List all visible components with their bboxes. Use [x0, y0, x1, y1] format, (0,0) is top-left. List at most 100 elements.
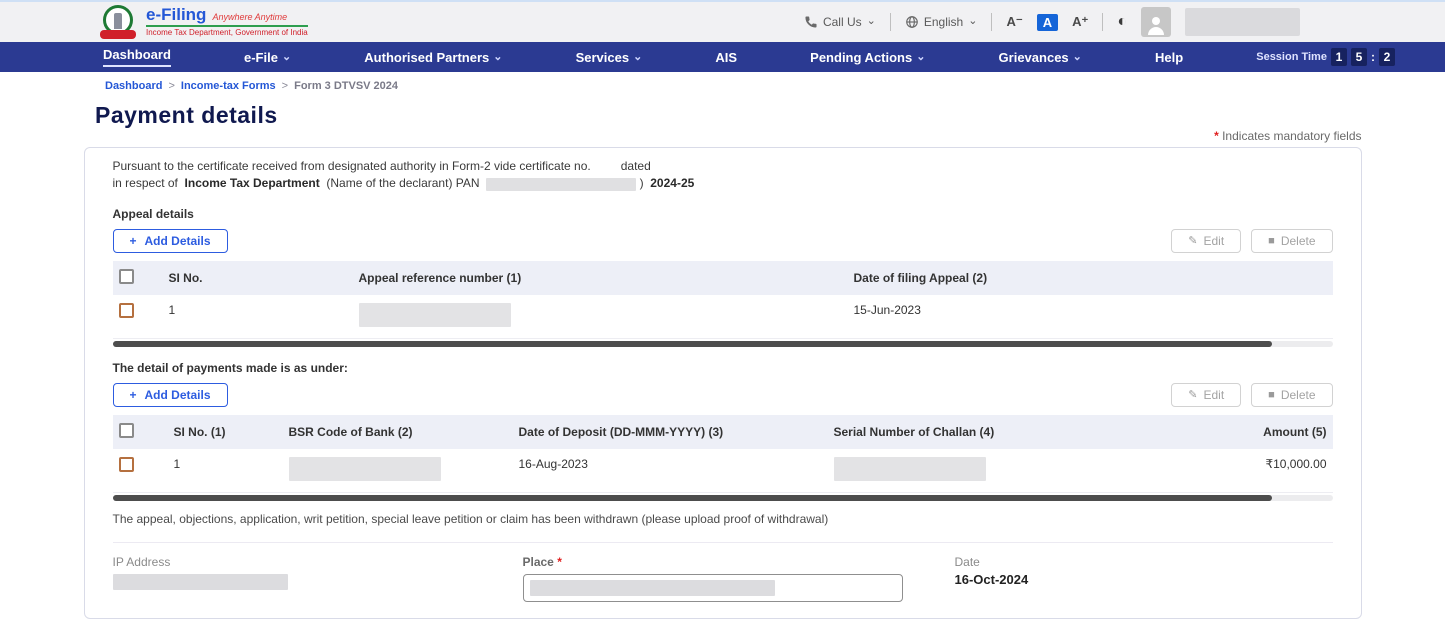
payments-delete-button[interactable]: ■ Delete: [1251, 383, 1332, 407]
payments-col-deposit-date: Date of Deposit (DD-MMM-YYYY) (3): [513, 415, 828, 449]
person-icon: [1144, 13, 1168, 37]
nav-authorised-partners[interactable]: Authorised Partners: [364, 50, 502, 65]
certificate-text: Pursuant to the certificate received fro…: [113, 158, 1333, 193]
main-nav: Dashboard e-File Authorised Partners Ser…: [0, 42, 1445, 72]
chevron-down-icon: [1073, 50, 1082, 65]
plus-icon: +: [130, 388, 137, 402]
ip-address-label: IP Address: [113, 555, 523, 569]
appeal-edit-button[interactable]: ✎ Edit: [1171, 229, 1241, 253]
divider: [890, 13, 891, 31]
breadcrumb-current: Form 3 DTVSV 2024: [294, 80, 398, 92]
payments-add-details-button[interactable]: + Add Details: [113, 383, 228, 407]
redacted-pan: [486, 178, 636, 191]
nav-e-file[interactable]: e-File: [244, 50, 291, 65]
appeal-delete-button[interactable]: ■ Delete: [1251, 229, 1332, 253]
payments-row-checkbox[interactable]: [119, 457, 134, 472]
redacted-user-name: [1185, 8, 1300, 36]
payments-col-bsr: BSR Code of Bank (2): [283, 415, 513, 449]
payments-table-scrollbar: [113, 495, 1333, 501]
scrollbar-thumb[interactable]: [113, 495, 1272, 501]
redacted-bsr-code: [289, 457, 441, 481]
nav-dashboard[interactable]: Dashboard: [103, 47, 171, 67]
efiling-logo[interactable]: e-Filing Anywhere Anytime Income Tax Dep…: [100, 5, 308, 39]
appeal-table-header-row: SI No. Appeal reference number (1) Date …: [113, 261, 1333, 295]
globe-icon: [905, 15, 919, 29]
nav-grievances[interactable]: Grievances: [999, 50, 1082, 65]
brand-subtitle: Income Tax Department, Government of Ind…: [146, 29, 308, 37]
pencil-icon: ✎: [1188, 234, 1197, 247]
contrast-toggle-icon[interactable]: ◐: [1117, 13, 1127, 31]
payments-row-deposit-date: 16-Aug-2023: [513, 449, 828, 493]
assessment-year: 2024-25: [650, 176, 694, 190]
language-menu[interactable]: English: [905, 15, 978, 29]
mandatory-note: * Indicates mandatory fields: [84, 129, 1362, 146]
nav-help[interactable]: Help: [1155, 50, 1183, 65]
appeal-col-slno: SI No.: [163, 261, 353, 295]
font-default-button[interactable]: A: [1037, 14, 1058, 31]
chevron-down-icon: [493, 50, 502, 65]
font-decrease-button[interactable]: A⁻: [1006, 14, 1022, 30]
brand-tagline: Anywhere Anytime: [212, 13, 287, 22]
user-avatar[interactable]: [1141, 7, 1171, 37]
divider: [1102, 13, 1103, 31]
appeal-table-scrollbar: [113, 341, 1333, 347]
appeal-details-heading: Appeal details: [113, 207, 1333, 221]
font-increase-button[interactable]: A⁺: [1072, 14, 1088, 30]
payments-heading: The detail of payments made is as under:: [113, 361, 1333, 375]
appeal-add-details-button[interactable]: + Add Details: [113, 229, 228, 253]
payments-select-all-checkbox[interactable]: [119, 423, 134, 438]
appeal-row-filing-date: 15-Jun-2023: [848, 295, 1333, 339]
payments-col-challan: Serial Number of Challan (4): [828, 415, 1213, 449]
pencil-icon: ✎: [1188, 388, 1197, 401]
top-header: e-Filing Anywhere Anytime Income Tax Dep…: [0, 0, 1445, 42]
chevron-down-icon: [282, 50, 291, 65]
nav-pending-actions[interactable]: Pending Actions: [810, 50, 925, 65]
payments-col-amount: Amount (5): [1213, 415, 1333, 449]
payments-table-header-row: SI No. (1) BSR Code of Bank (2) Date of …: [113, 415, 1333, 449]
session-time-label: Session Time: [1256, 51, 1327, 63]
payments-row-amount: ₹10,000.00: [1213, 449, 1333, 493]
appeal-table-row: 1 15-Jun-2023: [113, 295, 1333, 339]
plus-icon: +: [130, 234, 137, 248]
language-label: English: [924, 15, 963, 29]
phone-icon: [804, 15, 818, 29]
session-digit: 1: [1331, 48, 1347, 66]
breadcrumb-income-tax-forms[interactable]: Income-tax Forms: [181, 80, 276, 92]
place-label: Place: [523, 555, 554, 569]
chevron-down-icon: [916, 50, 925, 65]
appeal-select-all-checkbox[interactable]: [119, 269, 134, 284]
date-value: 16-Oct-2024: [955, 572, 1029, 587]
form-card: Pursuant to the certificate received fro…: [84, 147, 1362, 619]
call-us-menu[interactable]: Call Us: [804, 15, 876, 29]
asterisk: *: [1214, 129, 1219, 143]
declarant-name: Income Tax Department: [185, 176, 320, 190]
chevron-down-icon: [867, 15, 876, 29]
appeal-col-reference: Appeal reference number (1): [353, 261, 848, 295]
nav-services[interactable]: Services: [576, 50, 643, 65]
breadcrumb-dashboard[interactable]: Dashboard: [105, 80, 162, 92]
chevron-down-icon: [968, 15, 977, 29]
session-digit: 5: [1351, 48, 1367, 66]
asterisk: *: [557, 555, 562, 569]
appeal-row-slno: 1: [163, 295, 353, 339]
breadcrumb-separator: >: [168, 80, 174, 92]
session-timer: Session Time 1 5 : 2: [1256, 48, 1395, 66]
breadcrumb-separator: >: [282, 80, 288, 92]
payments-table-row: 1 16-Aug-2023 ₹10,000.00: [113, 449, 1333, 493]
session-digit: 2: [1379, 48, 1395, 66]
scrollbar-thumb[interactable]: [113, 341, 1272, 347]
redacted-place-value: [530, 580, 775, 596]
nav-ais[interactable]: AIS: [715, 50, 737, 65]
payments-edit-button[interactable]: ✎ Edit: [1171, 383, 1241, 407]
appeal-details-table: SI No. Appeal reference number (1) Date …: [113, 261, 1333, 339]
appeal-row-checkbox[interactable]: [119, 303, 134, 318]
call-us-label: Call Us: [823, 15, 862, 29]
payments-row-slno: 1: [168, 449, 283, 493]
payments-table: SI No. (1) BSR Code of Bank (2) Date of …: [113, 415, 1333, 493]
place-input[interactable]: [523, 574, 903, 602]
trash-icon: ■: [1268, 235, 1275, 247]
redacted-appeal-reference: [359, 303, 511, 327]
page-title: Payment details: [95, 102, 1445, 129]
appeal-col-filing-date: Date of filing Appeal (2): [848, 261, 1333, 295]
india-emblem-icon: [100, 5, 136, 39]
